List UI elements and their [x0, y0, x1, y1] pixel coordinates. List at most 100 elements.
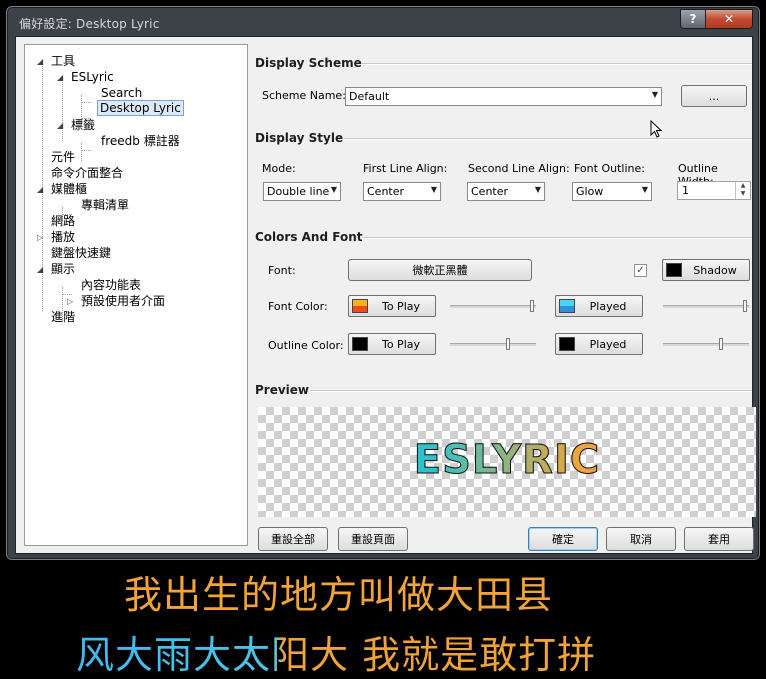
mode-value: Double line [267, 185, 330, 198]
preview-text: ESLYRIC [258, 437, 756, 484]
outline-played-color-button[interactable]: Played [555, 333, 643, 355]
chevron-down-icon: ▼ [651, 90, 658, 99]
title-controls: ? ✕ [680, 9, 753, 29]
first-line-align-value: Center [367, 185, 405, 198]
font-picker-button[interactable]: 微軟正黑體 [348, 259, 532, 281]
tree-item-shell-integration[interactable]: 命令介面整合 [51, 166, 123, 181]
outline-width-spinner[interactable]: 1 ▲ ▼ [677, 181, 751, 200]
tree-item-network[interactable]: 網路 [51, 214, 75, 229]
font-outline-label: Font Outline: [574, 162, 645, 175]
reset-page-button[interactable]: 重設頁面 [338, 527, 408, 551]
close-button[interactable]: ✕ [706, 10, 752, 28]
chevron-down-icon: ▼ [534, 185, 541, 194]
outline-played-opacity-slider[interactable] [663, 334, 749, 354]
collapse-icon[interactable]: ◢ [37, 186, 45, 194]
preview-heading: Preview [255, 383, 310, 397]
tree-item-search[interactable]: Search [101, 86, 142, 101]
mode-select[interactable]: Double line ▼ [263, 182, 341, 201]
scheme-name-select[interactable]: Default ▼ [345, 87, 662, 106]
tree-item-label: 鍵盤快速鍵 [51, 246, 112, 260]
tree-guide-line [62, 294, 72, 295]
lyric-preview: ESLYRIC [258, 407, 756, 517]
collapse-icon[interactable]: ◢ [57, 122, 65, 130]
outline-color-label: Outline Color: [268, 339, 344, 352]
slider-thumb[interactable] [506, 338, 510, 350]
tree-item-label: 命令介面整合 [51, 166, 124, 180]
tree-item-label: freedb 標註器 [101, 134, 180, 148]
tree-guide-line [62, 79, 63, 141]
first-line-align-label: First Line Align: [363, 162, 448, 175]
tree-guide-line [81, 143, 82, 161]
font-played-opacity-slider[interactable] [663, 296, 749, 316]
mouse-cursor-icon [650, 120, 663, 138]
display-scheme-heading: Display Scheme [255, 56, 362, 70]
settings-panel: Display Scheme Scheme Name: Default ▼ ..… [252, 37, 756, 553]
preferences-tree[interactable]: ◢ 工具 ◢ ESLyric Search Desktop Lyric ◢ 標籤… [24, 44, 248, 546]
collapse-icon[interactable]: ◢ [57, 74, 65, 82]
tree-item-label: 顯示 [51, 262, 76, 276]
mode-label: Mode: [262, 162, 296, 175]
font-to-play-opacity-slider[interactable] [450, 296, 536, 316]
section-divider [310, 390, 752, 392]
dialog-client: ◢ 工具 ◢ ESLyric Search Desktop Lyric ◢ 標籤… [15, 36, 756, 554]
slider-track [450, 343, 536, 346]
first-line-align-select[interactable]: Center ▼ [363, 182, 441, 201]
outline-to-play-opacity-slider[interactable] [450, 334, 536, 354]
desktop-lyric-line-2: 风大雨大太阳大 我就是敢打拼 [76, 624, 596, 679]
to-play-label: To Play [381, 338, 421, 351]
tree-item-label: Search [101, 86, 143, 100]
collapse-icon[interactable]: ◢ [37, 266, 45, 274]
font-outline-value: Glow [576, 185, 604, 198]
font-played-color-button[interactable]: Played [555, 295, 643, 317]
tree-item-label: 工具 [51, 54, 76, 68]
slider-thumb[interactable] [719, 338, 723, 350]
tree-item-label: 標籤 [71, 118, 96, 132]
tree-item-context-menu[interactable]: 內容功能表 [81, 278, 141, 293]
font-to-play-color-button[interactable]: To Play [348, 295, 436, 317]
expand-icon[interactable]: ▷ [37, 234, 45, 242]
section-divider [362, 237, 752, 239]
tree-item-label: ESLyric [71, 70, 114, 84]
chevron-down-icon: ▼ [641, 185, 648, 194]
section-divider [362, 63, 752, 65]
outline-to-play-color-button[interactable]: To Play [348, 333, 436, 355]
slider-thumb[interactable] [530, 300, 534, 312]
shadow-label: Shadow [693, 264, 737, 277]
scheme-more-button[interactable]: ... [681, 85, 747, 107]
tree-item-components[interactable]: 元件 [51, 150, 75, 165]
spin-up-icon[interactable]: ▲ [736, 182, 750, 190]
second-line-align-value: Center [471, 185, 509, 198]
help-button[interactable]: ? [681, 10, 706, 28]
scheme-name-label: Scheme Name: [262, 89, 346, 102]
ok-button[interactable]: 確定 [528, 527, 598, 551]
reset-all-button[interactable]: 重設全部 [258, 527, 328, 551]
expand-icon[interactable]: ▷ [67, 298, 75, 306]
title-bar[interactable]: 偏好設定: Desktop Lyric ? ✕ [7, 7, 759, 35]
spinner-buttons: ▲ ▼ [735, 182, 750, 199]
second-line-align-label: Second Line Align: [468, 162, 570, 175]
spin-down-icon[interactable]: ▼ [736, 190, 750, 198]
tree-item-label: 內容功能表 [81, 278, 142, 292]
scheme-name-value: Default [349, 90, 390, 103]
second-line-align-select[interactable]: Center ▼ [467, 182, 545, 201]
shadow-color-button[interactable]: Shadow [662, 259, 750, 281]
tree-item-desktop-lyric[interactable]: Desktop Lyric [97, 100, 184, 116]
slider-track [450, 305, 536, 308]
tree-item-advanced[interactable]: 進階 [51, 310, 75, 325]
tree-item-keyboard-shortcuts[interactable]: 鍵盤快速鍵 [51, 246, 111, 261]
desktop-lyric-line-1: 我出生的地方叫做大田县 [124, 573, 554, 617]
font-outline-select[interactable]: Glow ▼ [572, 182, 652, 201]
font-color-label: Font Color: [268, 300, 328, 313]
shadow-checkbox[interactable]: ✓ [634, 264, 647, 277]
section-divider [344, 138, 752, 140]
collapse-icon[interactable]: ◢ [37, 58, 45, 66]
slider-track [663, 305, 749, 308]
tree-item-label: 元件 [51, 150, 76, 164]
apply-button[interactable]: 套用 [684, 527, 754, 551]
tree-item-freedb-tagger[interactable]: freedb 標註器 [101, 134, 180, 149]
tree-item-album-list[interactable]: 專輯清單 [81, 198, 129, 213]
tree-item-label: 媒體櫃 [51, 182, 88, 196]
chevron-down-icon: ▼ [330, 185, 337, 194]
cancel-button[interactable]: 取消 [606, 527, 676, 551]
slider-thumb[interactable] [743, 300, 747, 312]
